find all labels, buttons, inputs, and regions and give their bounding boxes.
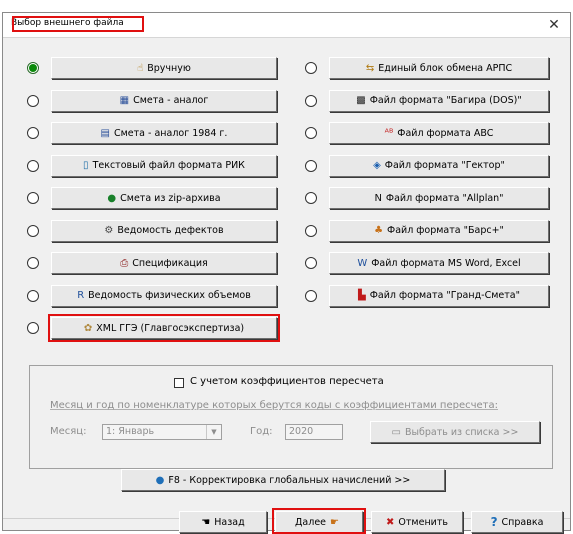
year-input-value: 2020 <box>289 426 314 437</box>
option-label: Файл формата "Багира (DOS)" <box>369 95 522 106</box>
option-radio-left-2[interactable] <box>27 94 39 107</box>
option-button-left-7[interactable]: ⎙ Спецификация <box>51 252 277 274</box>
option-label: Вручную <box>147 62 191 74</box>
option-label: Файл формата "Барс+" <box>387 225 504 236</box>
option-button-right-5[interactable]: N Файл формата "Allplan" <box>329 187 549 209</box>
text-file-icon: ▯ <box>83 160 89 171</box>
back-hand-icon: ☚ <box>201 516 211 528</box>
recalc-info-text: Месяц и год по номенклатуре которых беру… <box>50 400 498 411</box>
option-button-left-3[interactable]: ▤ Смета - аналог 1984 г. <box>51 122 277 144</box>
month-select[interactable]: 1: Январь ▼ <box>102 424 222 440</box>
cancel-x-icon: ✖ <box>386 516 395 528</box>
option-radio-right-1[interactable] <box>305 62 317 74</box>
option-button-left-2[interactable]: ▦ Смета - аналог <box>51 89 277 112</box>
abc-icon: ᴬᴮ <box>384 127 394 139</box>
option-label: Смета - аналог 1984 г. <box>114 127 228 139</box>
year-input[interactable]: 2020 <box>285 424 343 440</box>
option-radio-left-8[interactable] <box>27 289 39 302</box>
recalc-checkbox[interactable] <box>174 378 184 388</box>
option-button-right-7[interactable]: W Файл формата MS Word, Excel <box>329 252 549 274</box>
option-radio-left-3[interactable] <box>27 127 39 139</box>
panther-icon: ▩ <box>356 95 366 106</box>
option-label: Ведомость физических объемов <box>88 290 251 301</box>
help-label: Справка <box>501 516 544 528</box>
dialog-window: Выбор внешнего файла ✕ ☝ Вручную ▦ Смета - … <box>2 12 571 534</box>
cancel-label: Отменить <box>398 516 448 528</box>
option-radio-left-9[interactable] <box>27 322 39 334</box>
option-button-left-8[interactable]: R Ведомость физических объемов <box>51 284 277 307</box>
option-label: Файл формата "Гранд-Смета" <box>369 290 520 301</box>
gear-wrench-icon: ⚙ <box>104 225 114 236</box>
option-radio-right-8[interactable] <box>305 289 317 302</box>
title-highlight-box <box>12 16 144 32</box>
option-radio-left-1[interactable] <box>27 62 39 74</box>
list-icon: ▭ <box>391 426 401 438</box>
option-radio-right-7[interactable] <box>305 257 317 269</box>
option-radio-left-5[interactable] <box>27 192 39 204</box>
option-label: Файл формата ABC <box>397 127 494 139</box>
cancel-button[interactable]: ✖ Отменить <box>371 511 463 533</box>
option-button-left-6[interactable]: ⚙ Ведомость дефектов <box>51 219 277 242</box>
diamond-icon: ◈ <box>373 160 381 171</box>
close-button[interactable]: ✕ <box>544 15 564 35</box>
option-button-right-1[interactable]: ⇆ Единый блок обмена АРПС <box>329 57 549 79</box>
year-label: Год: <box>250 426 273 437</box>
option-label: Ведомость дефектов <box>117 225 224 236</box>
option-button-left-4[interactable]: ▯ Текстовый файл формата РИК <box>51 154 277 177</box>
month-select-value: 1: Январь <box>106 426 155 437</box>
option-button-right-4[interactable]: ◈ Файл формата "Гектор" <box>329 154 549 177</box>
option-label: Смета из zip-архива <box>120 192 221 204</box>
option-button-right-6[interactable]: ♣ Файл формата "Барс+" <box>329 219 549 242</box>
next-highlight-box <box>272 508 366 534</box>
spreadsheet-icon: ▤ <box>100 127 110 139</box>
printer-icon: ⎙ <box>120 257 129 269</box>
allplan-icon: N <box>374 192 382 204</box>
select-from-list-label: Выбрать из списка >> <box>404 426 519 438</box>
back-button[interactable]: ☚ Назад <box>179 511 267 533</box>
recalc-checkbox-label[interactable]: С учетом коэффициентов пересчета <box>190 376 384 387</box>
option-radio-right-2[interactable] <box>305 94 317 107</box>
option-radio-left-7[interactable] <box>27 257 39 269</box>
option-label: Единый блок обмена АРПС <box>378 62 513 74</box>
chevron-down-icon[interactable]: ▼ <box>206 425 221 439</box>
option-radio-right-6[interactable] <box>305 224 317 237</box>
hand-pointer-icon: ☝ <box>137 62 144 74</box>
zip-archive-icon: ● <box>107 192 117 204</box>
option-radio-left-4[interactable] <box>27 159 39 172</box>
table-icon: ▦ <box>119 95 130 106</box>
globe-icon: ● <box>155 474 165 486</box>
select-from-list-button[interactable]: ▭ Выбрать из списка >> <box>370 421 540 443</box>
option-button-right-8[interactable]: ▙ Файл формата "Гранд-Смета" <box>329 284 549 307</box>
option-label: Спецификация <box>132 257 208 269</box>
bars-icon: ♣ <box>374 225 384 236</box>
help-button[interactable]: ? Справка <box>471 511 563 533</box>
option-radio-right-5[interactable] <box>305 192 317 204</box>
back-label: Назад <box>214 516 245 528</box>
option-label: Текстовый файл формата РИК <box>92 160 245 171</box>
option-label: Файл формата "Allplan" <box>385 192 504 204</box>
global-charges-button[interactable]: ● F8 - Корректировка глобальных начислен… <box>121 469 445 491</box>
title-bar: Выбор внешнего файла ✕ <box>3 13 570 38</box>
option-radio-right-3[interactable] <box>305 127 317 139</box>
option-label: Смета - аналог <box>133 95 209 106</box>
exchange-icon: ⇆ <box>365 62 375 74</box>
global-charges-label: F8 - Корректировка глобальных начислений… <box>168 474 411 486</box>
grand-smeta-icon: ▙ <box>358 290 366 301</box>
option-radio-right-4[interactable] <box>305 159 317 172</box>
option-button-left-5[interactable]: ● Смета из zip-архива <box>51 187 277 209</box>
recalc-group: С учетом коэффициентов пересчета Месяц и… <box>29 365 553 469</box>
option-button-left-1[interactable]: ☝ Вручную <box>51 57 277 79</box>
option-button-right-2[interactable]: ▩ Файл формата "Багира (DOS)" <box>329 89 549 112</box>
option-button-right-3[interactable]: ᴬᴮ Файл формата ABC <box>329 122 549 144</box>
option-label: Файл формата "Гектор" <box>384 160 505 171</box>
option-radio-left-6[interactable] <box>27 224 39 237</box>
month-label: Месяц: <box>50 426 87 437</box>
r-letter-icon: R <box>77 290 85 301</box>
help-question-icon: ? <box>490 515 498 529</box>
xml-option-highlight-box <box>48 314 280 342</box>
option-label: Файл формата MS Word, Excel <box>371 257 521 269</box>
word-excel-icon: W <box>357 257 368 269</box>
